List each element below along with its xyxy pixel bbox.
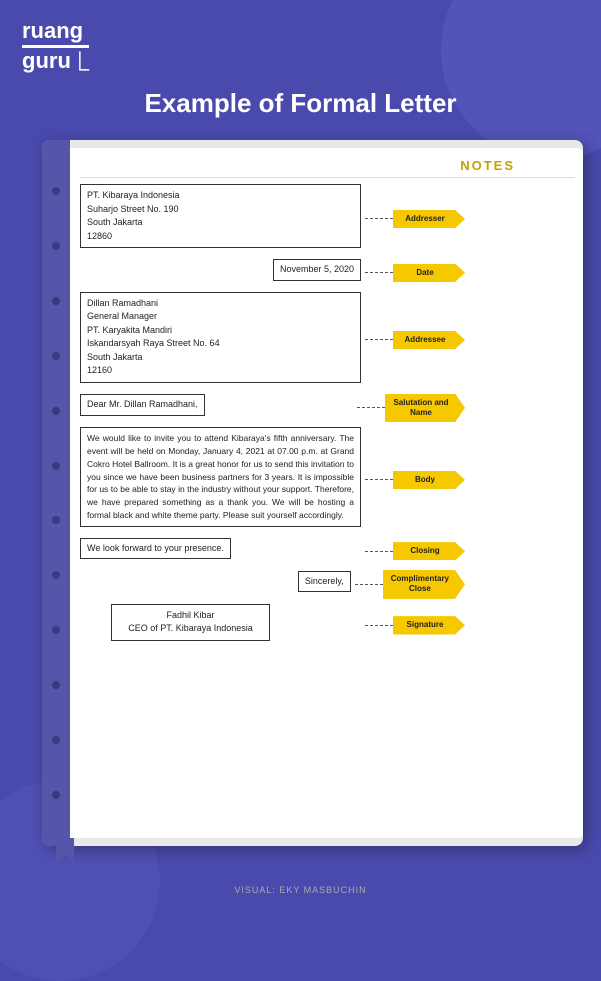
spine-dot — [52, 352, 60, 360]
addressee-line3: PT. Karyakita Mandiri — [87, 324, 354, 338]
addressee-dashed-line — [365, 339, 393, 340]
salutation-box: Dear Mr. Dillan Ramadhani, — [80, 394, 205, 416]
logo: ruang guru⎿ — [22, 18, 89, 74]
addresser-line4: 12860 — [87, 230, 354, 244]
addressee-tag: Addressee — [393, 331, 465, 349]
signature-tag: Signature — [393, 616, 465, 634]
signature-title: CEO of PT. Kibaraya Indonesia — [128, 622, 253, 636]
page-title: Example of Formal Letter — [0, 88, 601, 119]
spine-dot — [52, 187, 60, 195]
addressee-line4: Iskandarsyah Raya Street No. 64 — [87, 337, 354, 351]
addressee-line2: General Manager — [87, 310, 354, 324]
salutation-dashed-line — [357, 407, 385, 408]
signature-box: Fadhil Kibar CEO of PT. Kibaraya Indones… — [111, 604, 270, 641]
body-tag: Body — [393, 471, 465, 489]
salutation-row: Dear Mr. Dillan Ramadhani, Salutation an… — [80, 394, 465, 423]
addresser-box: PT. Kibaraya Indonesia Suharjo Street No… — [80, 184, 361, 248]
date-tag: Date — [393, 264, 465, 282]
spine-dot — [52, 242, 60, 250]
closing-content: We look forward to your presence. — [80, 538, 361, 566]
body-content: We would like to invite you to attend Ki… — [80, 427, 361, 532]
signature-dashed-line — [365, 625, 393, 626]
addresser-tag: Addresser — [393, 210, 465, 228]
closing-row: We look forward to your presence. Closin… — [80, 538, 465, 566]
closing-dashed-line — [365, 551, 393, 552]
spine-dot — [52, 626, 60, 634]
complimentary-tag: ComplimentaryClose — [383, 570, 465, 599]
complimentary-box: Sincerely, — [298, 571, 351, 593]
addresser-line2: Suharjo Street No. 190 — [87, 203, 354, 217]
complimentary-tag-part: ComplimentaryClose — [355, 570, 465, 599]
body-tag-part: Body — [365, 471, 465, 489]
signature-content: Fadhil Kibar CEO of PT. Kibaraya Indones… — [80, 604, 361, 647]
date-row: November 5, 2020 Date — [80, 259, 465, 287]
spine-dot — [52, 791, 60, 799]
footer-credit: VISUAL: EKY MASBUCHIN — [0, 885, 601, 895]
letter-content: PT. Kibaraya Indonesia Suharjo Street No… — [80, 184, 575, 647]
signature-tag-part: Signature — [365, 616, 465, 634]
addressee-row: Dillan Ramadhani General Manager PT. Kar… — [80, 292, 465, 389]
closing-tag: Closing — [393, 542, 465, 560]
logo-line2: guru⎿ — [22, 48, 89, 73]
addresser-content: PT. Kibaraya Indonesia Suharjo Street No… — [80, 184, 361, 254]
body-row: We would like to invite you to attend Ki… — [80, 427, 465, 532]
spine-dot — [52, 407, 60, 415]
complimentary-dashed-line — [355, 584, 383, 585]
date-tag-part: Date — [365, 264, 465, 282]
addresser-dashed-line — [365, 218, 393, 219]
date-content: November 5, 2020 — [80, 259, 361, 287]
salutation-tag-part: Salutation andName — [357, 394, 465, 423]
bg-circle-top — [441, 0, 601, 160]
body-box: We would like to invite you to attend Ki… — [80, 427, 361, 526]
closing-box: We look forward to your presence. — [80, 538, 231, 560]
complimentary-row: Sincerely, ComplimentaryClose — [80, 570, 465, 599]
addresser-line3: South Jakarta — [87, 216, 354, 230]
addressee-line5: South Jakarta — [87, 351, 354, 365]
spine-dot — [52, 736, 60, 744]
addresser-row: PT. Kibaraya Indonesia Suharjo Street No… — [80, 184, 465, 254]
spine-dot — [52, 516, 60, 524]
spine-dot — [52, 297, 60, 305]
addressee-tag-part: Addressee — [365, 331, 465, 349]
closing-tag-part: Closing — [365, 542, 465, 560]
logo-line1: ruang — [22, 18, 89, 48]
spine — [42, 140, 70, 846]
signature-name: Fadhil Kibar — [128, 609, 253, 623]
addresser-line1: PT. Kibaraya Indonesia — [87, 189, 354, 203]
addressee-line1: Dillan Ramadhani — [87, 297, 354, 311]
salutation-content: Dear Mr. Dillan Ramadhani, — [80, 394, 353, 422]
spine-dot — [52, 571, 60, 579]
salutation-tag: Salutation andName — [385, 394, 465, 423]
addressee-box: Dillan Ramadhani General Manager PT. Kar… — [80, 292, 361, 383]
document-wrapper: NOTES PT. Kibaraya Indonesia Suharjo Str… — [42, 140, 583, 846]
addressee-line6: 12160 — [87, 364, 354, 378]
spine-dot — [52, 462, 60, 470]
addresser-tag-part: Addresser — [365, 210, 465, 228]
date-dashed-line — [365, 272, 393, 273]
signature-row: Fadhil Kibar CEO of PT. Kibaraya Indones… — [80, 604, 465, 647]
addressee-content: Dillan Ramadhani General Manager PT. Kar… — [80, 292, 361, 389]
date-box: November 5, 2020 — [273, 259, 361, 281]
paper: NOTES PT. Kibaraya Indonesia Suharjo Str… — [70, 148, 583, 838]
notes-header: NOTES — [80, 158, 575, 178]
spine-dot — [52, 681, 60, 689]
complimentary-content: Sincerely, — [80, 571, 351, 599]
body-dashed-line — [365, 479, 393, 480]
